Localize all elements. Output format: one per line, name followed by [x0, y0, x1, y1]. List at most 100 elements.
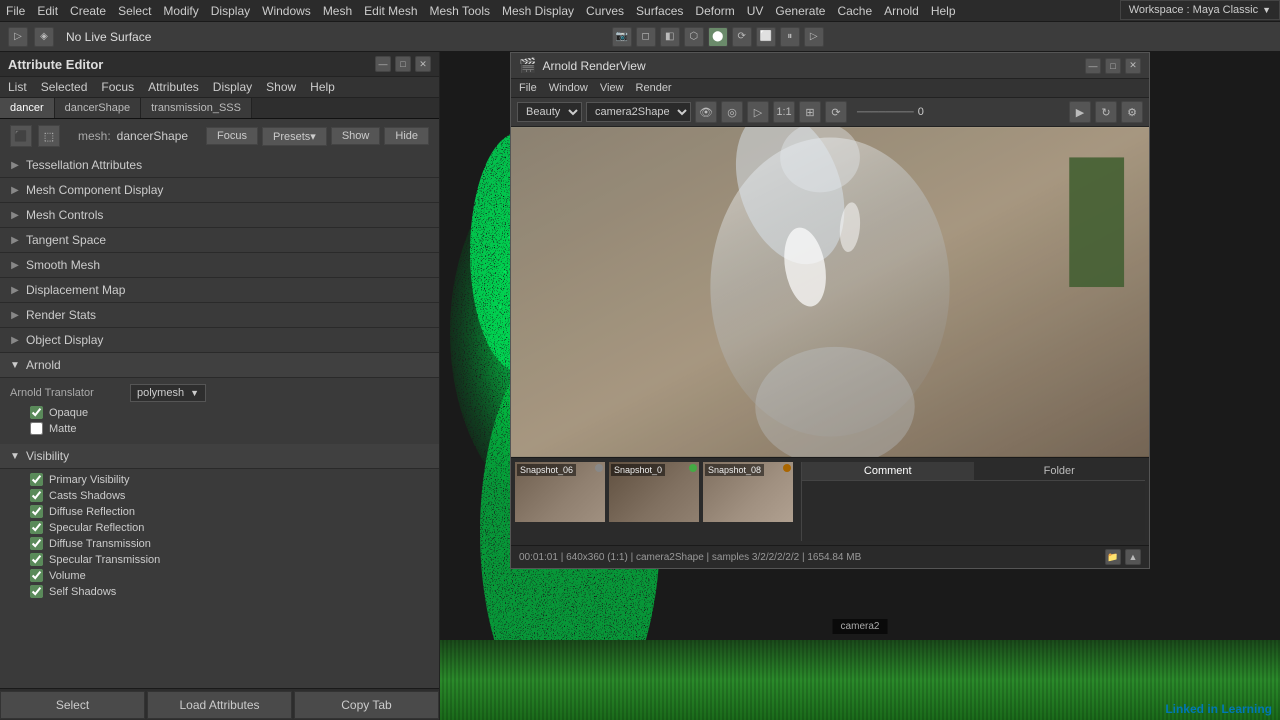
- menu-edit[interactable]: Edit: [37, 4, 58, 18]
- select-button[interactable]: Select: [0, 691, 145, 719]
- menu-uv[interactable]: UV: [747, 4, 764, 18]
- attr-menu-attributes[interactable]: Attributes: [148, 80, 199, 94]
- toolbar-icon-2[interactable]: ◈: [34, 27, 54, 47]
- toolbar-icon-5[interactable]: ⬡: [684, 27, 704, 47]
- render-beauty-select[interactable]: Beauty: [517, 102, 582, 122]
- render-view-maximize[interactable]: □: [1105, 58, 1121, 74]
- mesh-icon-btn-2[interactable]: ⬚: [38, 125, 60, 147]
- show-button[interactable]: Show: [331, 127, 381, 145]
- mesh-icon-btn-1[interactable]: ⬛: [10, 125, 32, 147]
- cb-specular-reflection-input[interactable]: [30, 521, 43, 534]
- render-status-icon-1[interactable]: 📁: [1105, 549, 1121, 565]
- checkbox-opaque-input[interactable]: [30, 406, 43, 419]
- section-displacement-map[interactable]: ▶ Displacement Map: [0, 278, 439, 303]
- render-icon-settings[interactable]: ⚙: [1121, 101, 1143, 123]
- render-icon-play2[interactable]: ▶: [1069, 101, 1091, 123]
- arnold-translator-dropdown[interactable]: polymesh ▼: [130, 384, 206, 402]
- render-icon-eye[interactable]: 👁: [695, 101, 717, 123]
- attr-menu-display[interactable]: Display: [213, 80, 252, 94]
- menu-file[interactable]: File: [6, 4, 25, 18]
- viewport-3d[interactable]: 🎬 Arnold RenderView — □ ✕ File Window Vi…: [440, 52, 1280, 720]
- menu-deform[interactable]: Deform: [695, 4, 734, 18]
- toolbar-icon-7[interactable]: ⬜: [756, 27, 776, 47]
- attr-editor-close[interactable]: ✕: [415, 56, 431, 72]
- menu-create[interactable]: Create: [70, 4, 106, 18]
- snapshot-07[interactable]: Snapshot_0: [609, 462, 699, 522]
- section-render-stats[interactable]: ▶ Render Stats: [0, 303, 439, 328]
- comment-tab[interactable]: Comment: [802, 462, 974, 480]
- attr-menu-selected[interactable]: Selected: [41, 80, 88, 94]
- toolbar-icon-4[interactable]: ◧: [660, 27, 680, 47]
- tab-dancershape[interactable]: dancerShape: [55, 98, 141, 118]
- tab-dancer[interactable]: dancer: [0, 98, 55, 118]
- folder-tab[interactable]: Folder: [974, 462, 1146, 480]
- attr-editor-minimize[interactable]: —: [375, 56, 391, 72]
- render-icon-grid[interactable]: ⊞: [799, 101, 821, 123]
- hide-button[interactable]: Hide: [384, 127, 429, 145]
- attr-menu-show[interactable]: Show: [266, 80, 296, 94]
- render-view-minimize[interactable]: —: [1085, 58, 1101, 74]
- workspace-label[interactable]: Workspace : Maya Classic ▼: [1120, 0, 1280, 20]
- section-tangent-space[interactable]: ▶ Tangent Space: [0, 228, 439, 253]
- menu-help[interactable]: Help: [931, 4, 956, 18]
- presets-button[interactable]: Presets▾: [262, 127, 327, 146]
- menu-editmesh[interactable]: Edit Mesh: [364, 4, 417, 18]
- render-menu-render[interactable]: Render: [636, 82, 672, 94]
- render-camera-select[interactable]: camera2Shape: [586, 102, 691, 122]
- section-arnold-header[interactable]: ▼ Arnold: [0, 353, 439, 378]
- section-smooth-mesh[interactable]: ▶ Smooth Mesh: [0, 253, 439, 278]
- section-object-display[interactable]: ▶ Object Display: [0, 328, 439, 353]
- cb-specular-transmission-input[interactable]: [30, 553, 43, 566]
- menu-mesh[interactable]: Mesh: [323, 4, 352, 18]
- section-component-display[interactable]: ▶ Mesh Component Display: [0, 178, 439, 203]
- render-icon-circle[interactable]: ◎: [721, 101, 743, 123]
- menu-meshdisplay[interactable]: Mesh Display: [502, 4, 574, 18]
- menu-meshtools[interactable]: Mesh Tools: [430, 4, 490, 18]
- menu-select[interactable]: Select: [118, 4, 151, 18]
- render-menu-window[interactable]: Window: [549, 82, 588, 94]
- render-menu-view[interactable]: View: [600, 82, 624, 94]
- menu-curves[interactable]: Curves: [586, 4, 624, 18]
- section-mesh-controls[interactable]: ▶ Mesh Controls: [0, 203, 439, 228]
- toolbar-icon-6[interactable]: ⟳: [732, 27, 752, 47]
- cb-volume-input[interactable]: [30, 569, 43, 582]
- menu-cache[interactable]: Cache: [837, 4, 872, 18]
- cb-self-shadows-input[interactable]: [30, 585, 43, 598]
- cb-casts-shadows-input[interactable]: [30, 489, 43, 502]
- attr-editor-maximize[interactable]: □: [395, 56, 411, 72]
- attr-menu-help[interactable]: Help: [310, 80, 335, 94]
- render-icon-refresh[interactable]: ⟳: [825, 101, 847, 123]
- menu-display[interactable]: Display: [211, 4, 250, 18]
- attr-menu-focus[interactable]: Focus: [101, 80, 134, 94]
- copy-tab-button[interactable]: Copy Tab: [294, 691, 439, 719]
- focus-button[interactable]: Focus: [206, 127, 258, 145]
- menu-modify[interactable]: Modify: [163, 4, 198, 18]
- render-view-close[interactable]: ✕: [1125, 58, 1141, 74]
- workspace-dropdown-icon[interactable]: ▼: [1262, 5, 1271, 15]
- load-attributes-button[interactable]: Load Attributes: [147, 691, 292, 719]
- checkbox-matte-input[interactable]: [30, 422, 43, 435]
- render-icon-play[interactable]: ▷: [747, 101, 769, 123]
- cb-diffuse-reflection-input[interactable]: [30, 505, 43, 518]
- tab-transmission[interactable]: transmission_SSS: [141, 98, 252, 118]
- render-icon-refresh2[interactable]: ↻: [1095, 101, 1117, 123]
- toolbar-icon-1[interactable]: ▷: [8, 27, 28, 47]
- cb-diffuse-transmission-input[interactable]: [30, 537, 43, 550]
- render-status-icon-2[interactable]: ▲: [1125, 549, 1141, 565]
- section-tessellation[interactable]: ▶ Tessellation Attributes: [0, 153, 439, 178]
- render-menu-file[interactable]: File: [519, 82, 537, 94]
- menu-windows[interactable]: Windows: [262, 4, 311, 18]
- menu-surfaces[interactable]: Surfaces: [636, 4, 683, 18]
- snapshot-06[interactable]: Snapshot_06: [515, 462, 605, 522]
- snapshot-08[interactable]: Snapshot_08: [703, 462, 793, 522]
- attr-menu-list[interactable]: List: [8, 80, 27, 94]
- toolbar-icon-3[interactable]: ◻: [636, 27, 656, 47]
- cb-primary-visibility-input[interactable]: [30, 473, 43, 486]
- menu-generate[interactable]: Generate: [775, 4, 825, 18]
- toolbar-icon-cam[interactable]: 📷: [612, 27, 632, 47]
- section-visibility-header[interactable]: ▼ Visibility: [0, 444, 439, 469]
- render-icon-ratio[interactable]: 1:1: [773, 101, 795, 123]
- toolbar-icon-active[interactable]: ⬤: [708, 27, 728, 47]
- toolbar-icon-pause[interactable]: ⏸: [780, 27, 800, 47]
- toolbar-icon-play[interactable]: ▷: [804, 27, 824, 47]
